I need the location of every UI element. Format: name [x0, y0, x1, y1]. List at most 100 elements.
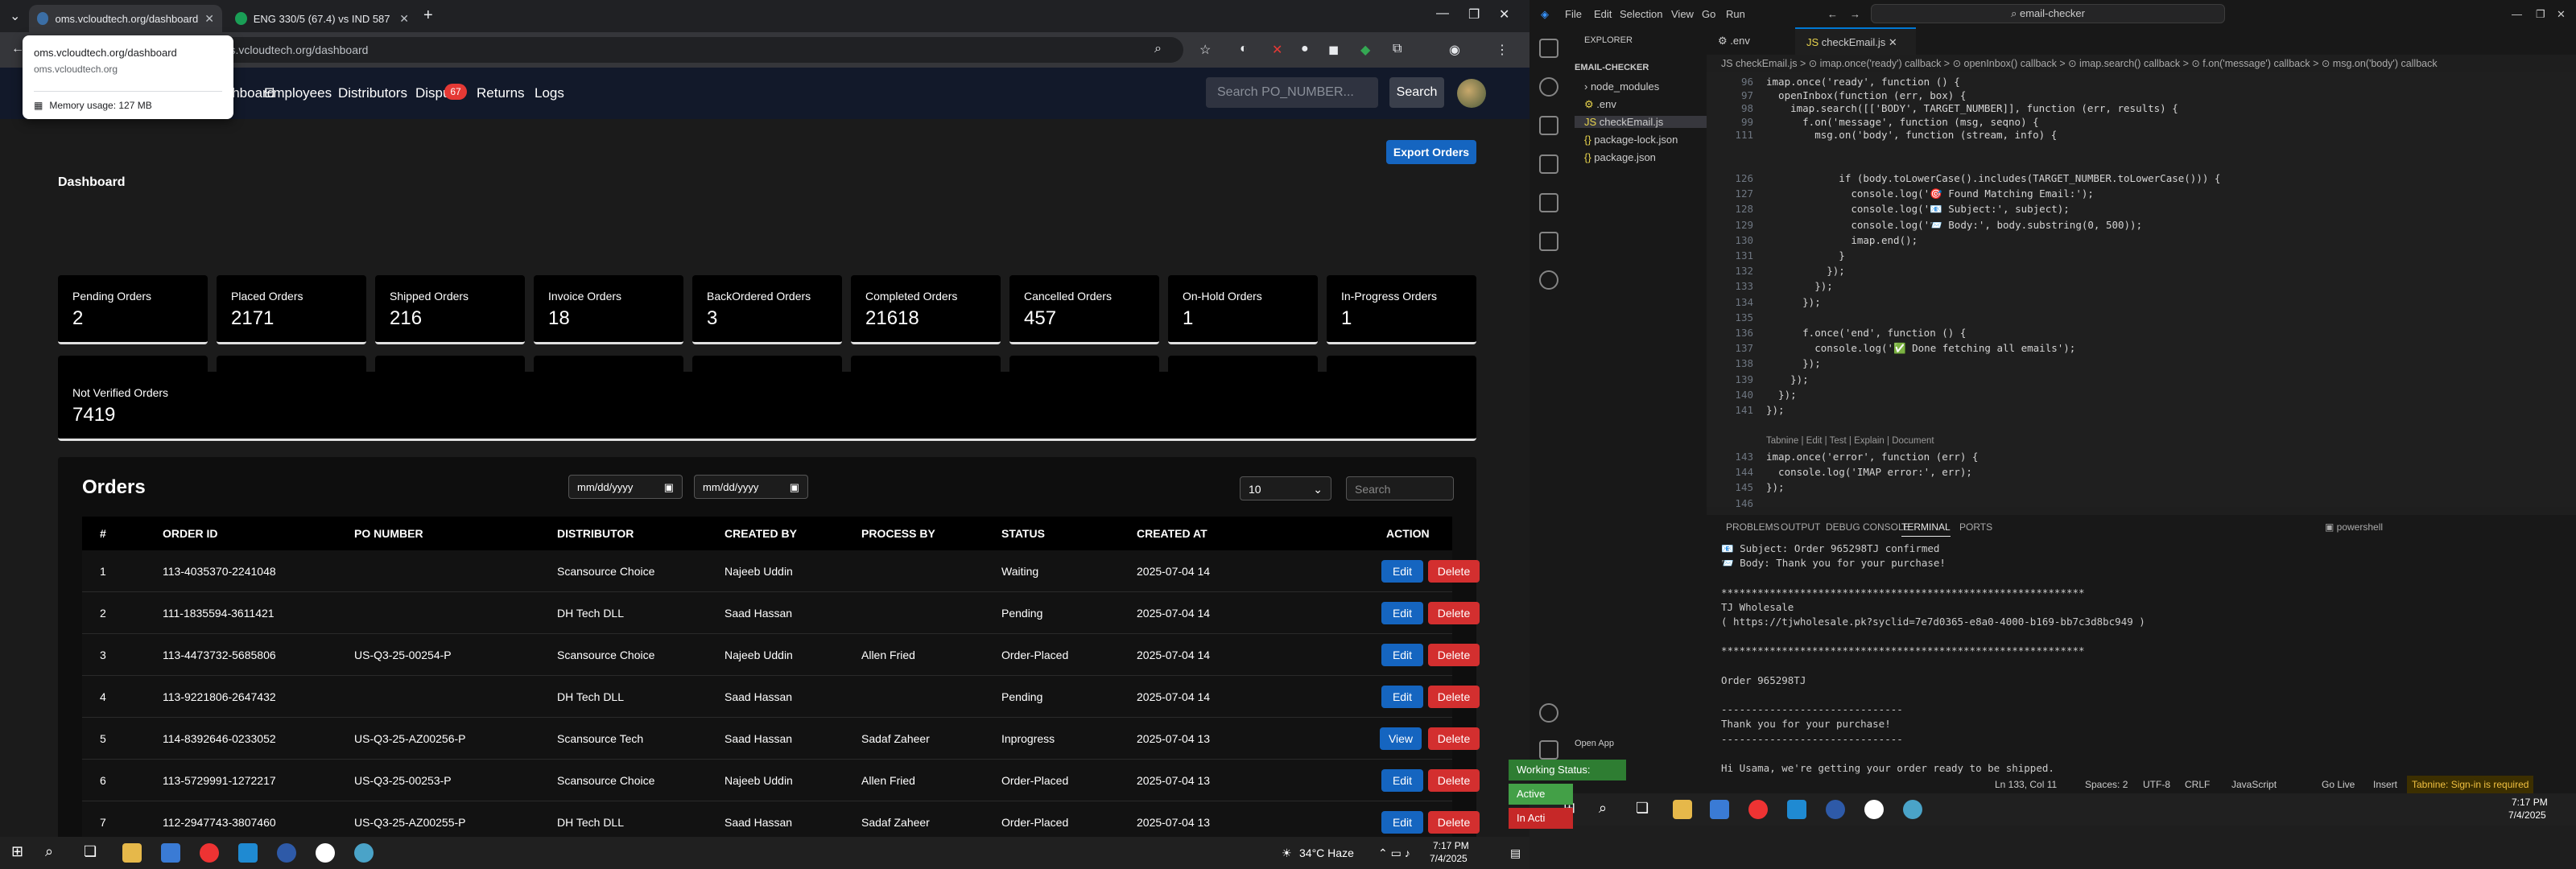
app-icon[interactable]	[1864, 800, 1884, 819]
zoom-icon[interactable]: ⌕	[1154, 42, 1162, 56]
browser-tab[interactable]: ENG 330/5 (67.4) vs IND 587 (... ✕	[227, 5, 417, 32]
tab-checkemail[interactable]: JS checkEmail.js ✕	[1795, 27, 1916, 55]
row-view-button[interactable]: View	[1380, 727, 1422, 750]
chrome-icon[interactable]	[1748, 800, 1768, 819]
panel-tab-debug-console[interactable]: DEBUG CONSOLE	[1826, 521, 1910, 533]
row-edit-button[interactable]: Edit	[1381, 644, 1423, 666]
tabnine-status[interactable]: Tabnine: Sign-in is required	[2407, 776, 2534, 793]
close-window-icon[interactable]: ✕	[1499, 6, 1509, 23]
clock-time[interactable]: 7:17 PM	[1433, 840, 1469, 851]
cursor-position[interactable]: Ln 133, Col 11	[1995, 776, 2057, 793]
code-editor[interactable]: 96 imap.once('ready', function () {97 ope…	[1707, 72, 2576, 509]
row-delete-button[interactable]: Delete	[1428, 811, 1480, 834]
panel-tab-problems[interactable]: PROBLEMS	[1726, 521, 1780, 533]
search-icon[interactable]: ⌕	[1599, 800, 1618, 819]
notifications-icon[interactable]: ▤	[1510, 846, 1521, 860]
weather-text[interactable]: 34°C Haze	[1299, 846, 1354, 859]
explorer-icon[interactable]	[1539, 39, 1558, 58]
extension-red-icon[interactable]: ✕	[1272, 42, 1282, 58]
manage-gear-icon[interactable]	[1539, 740, 1558, 760]
export-orders-button[interactable]: Export Orders	[1386, 140, 1476, 164]
row-delete-button[interactable]: Delete	[1428, 727, 1480, 750]
orders-search-input[interactable]: Search	[1346, 476, 1454, 500]
eol[interactable]: CRLF	[2185, 776, 2210, 793]
app-icon[interactable]	[354, 843, 374, 863]
clock-time[interactable]: 7:17 PM	[2512, 797, 2548, 808]
source-control-icon[interactable]	[1539, 116, 1558, 135]
row-delete-button[interactable]: Delete	[1428, 686, 1480, 708]
row-delete-button[interactable]: Delete	[1428, 560, 1480, 583]
file-item[interactable]: {} package-lock.json	[1584, 134, 1678, 146]
vscode-icon[interactable]	[1787, 800, 1806, 819]
extension-icon[interactable]: ●	[1301, 42, 1309, 56]
project-folder[interactable]: EMAIL-CHECKER	[1575, 63, 1649, 72]
close-tab-icon[interactable]: ✕	[399, 12, 409, 26]
menu-run[interactable]: Run	[1726, 8, 1745, 20]
start-windows-icon[interactable]: ⊞	[11, 843, 31, 863]
file-item[interactable]: {} package.json	[1584, 151, 1656, 163]
language-mode[interactable]: JavaScript	[2231, 776, 2277, 793]
weather-icon[interactable]: ☀	[1282, 846, 1292, 860]
bookmark-star-icon[interactable]: ☆	[1199, 42, 1211, 58]
end-date-input[interactable]: mm/dd/yyyy ▣	[694, 475, 808, 499]
app-icon[interactable]	[316, 843, 335, 863]
nav-forward-icon[interactable]: →	[1850, 8, 1860, 20]
inactive-button[interactable]: In Acti	[1509, 808, 1573, 829]
user-avatar[interactable]	[1457, 79, 1486, 108]
nav-back-icon[interactable]: ←	[1827, 8, 1838, 20]
row-edit-button[interactable]: Edit	[1381, 560, 1423, 583]
minimize-icon[interactable]: —	[2512, 8, 2522, 20]
indentation[interactable]: Spaces: 2	[2085, 776, 2128, 793]
app-icon[interactable]	[1903, 800, 1922, 819]
nav-returns[interactable]: Returns	[477, 85, 525, 101]
minimize-icon[interactable]: —	[1436, 6, 1449, 21]
active-button[interactable]: Active	[1509, 784, 1573, 805]
run-debug-icon[interactable]	[1539, 154, 1558, 174]
remote-explorer-icon[interactable]	[1539, 232, 1558, 251]
vscode-icon[interactable]	[238, 843, 258, 863]
menu-go[interactable]: Go	[1702, 8, 1715, 20]
menu-selection[interactable]: Selection	[1620, 8, 1662, 20]
working-status[interactable]: Working Status: Active	[1509, 760, 1626, 797]
menu-edit[interactable]: Edit	[1594, 8, 1612, 20]
search-icon[interactable]	[1539, 77, 1558, 97]
extension-icon[interactable]: ◼	[1328, 42, 1339, 58]
row-delete-button[interactable]: Delete	[1428, 769, 1480, 792]
row-edit-button[interactable]: Edit	[1381, 769, 1423, 792]
tray-icons[interactable]: ⌃ ▭ ♪	[1378, 846, 1410, 860]
extension-icon[interactable]: ◐	[1240, 42, 1248, 56]
zoom-app-icon[interactable]	[1826, 800, 1845, 819]
encoding[interactable]: UTF-8	[2143, 776, 2170, 793]
start-date-input[interactable]: mm/dd/yyyy ▣	[568, 475, 683, 499]
file-item[interactable]: ⚙ .env	[1584, 98, 1616, 111]
profile-icon[interactable]: ◉	[1449, 42, 1460, 58]
close-tab-icon[interactable]: ✕	[1885, 36, 1897, 48]
nav-disputes[interactable]: Disputes	[415, 85, 448, 101]
browser-tab-active[interactable]: oms.vcloudtech.org/dashboard ✕	[29, 5, 222, 32]
extensions-puzzle-icon[interactable]: ⧉	[1393, 42, 1402, 56]
open-app-label[interactable]: Open App	[1575, 739, 1614, 748]
task-view-icon[interactable]: ❏	[1636, 800, 1655, 819]
store-icon[interactable]	[161, 843, 180, 863]
row-edit-button[interactable]: Edit	[1381, 811, 1423, 834]
menu-view[interactable]: View	[1671, 8, 1694, 20]
chrome-icon[interactable]	[200, 843, 219, 863]
store-icon[interactable]	[1710, 800, 1729, 819]
nav-employees[interactable]: Employees	[264, 85, 332, 101]
tabnine-icon[interactable]	[1539, 270, 1558, 290]
panel-tab-ports[interactable]: PORTS	[1959, 521, 1992, 533]
insert-mode[interactable]: Insert	[2373, 776, 2397, 793]
accounts-icon[interactable]	[1539, 703, 1558, 723]
breadcrumb[interactable]: JS checkEmail.js > ⊙ imap.once('ready') …	[1707, 55, 2576, 72]
zoom-app-icon[interactable]	[277, 843, 296, 863]
panel-tab-terminal[interactable]: TERMINAL	[1901, 521, 1951, 537]
nav-logs[interactable]: Logs	[535, 85, 564, 101]
tab-env[interactable]: ⚙ .env	[1707, 27, 1795, 55]
file-explorer-icon[interactable]	[1673, 800, 1692, 819]
page-size-select[interactable]: 10 ⌄	[1240, 476, 1331, 500]
command-center[interactable]: ⌕ email-checker	[1871, 4, 2225, 23]
row-edit-button[interactable]: Edit	[1381, 686, 1423, 708]
file-item[interactable]: JS checkEmail.js	[1575, 116, 1707, 128]
po-search-input[interactable]: Search PO_NUMBER...	[1206, 77, 1378, 108]
codelens[interactable]: Tabnine | Edit | Test | Explain | Docume…	[1766, 436, 1934, 446]
